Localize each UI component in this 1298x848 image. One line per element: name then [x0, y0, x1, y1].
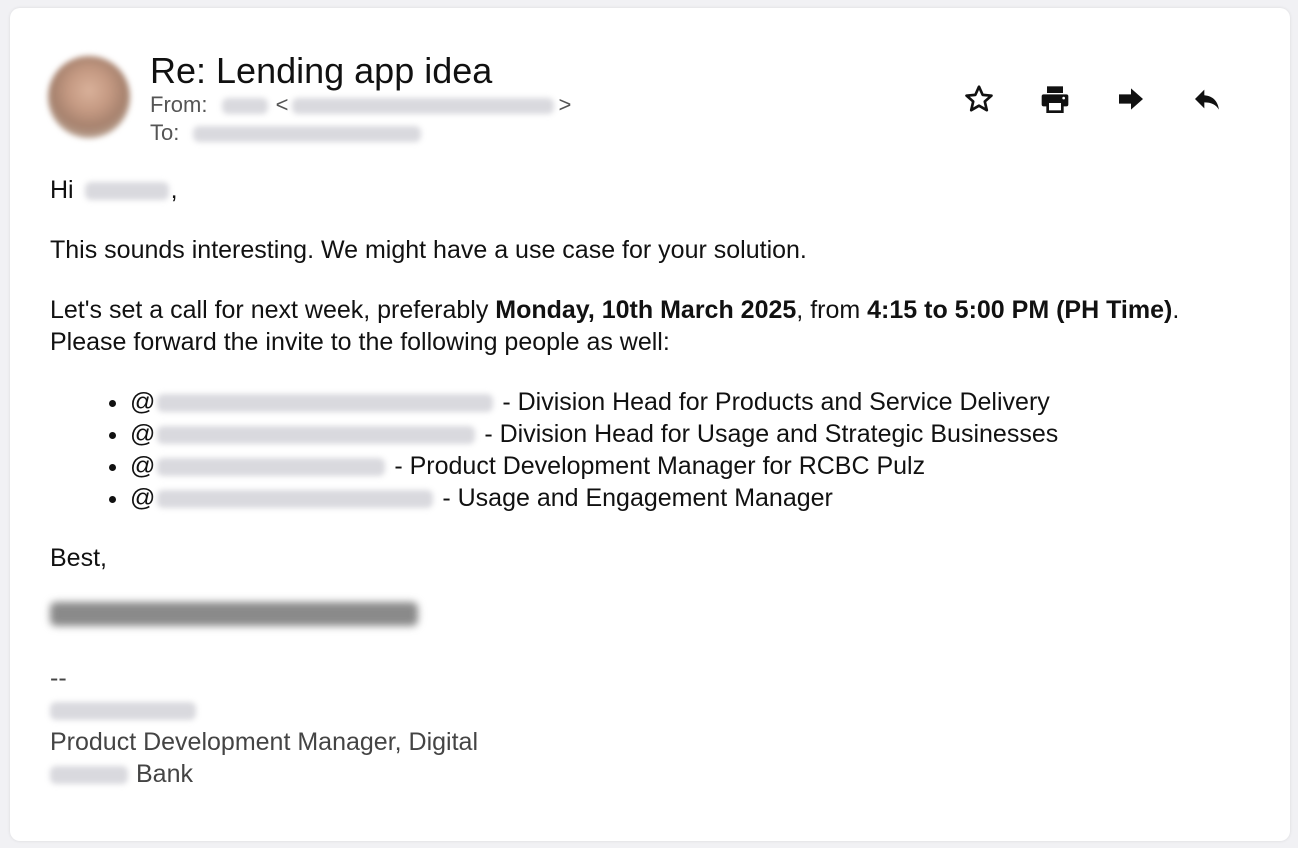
mention-at: @ [130, 484, 156, 512]
sender-avatar [48, 56, 130, 138]
email-toolbar [960, 80, 1226, 118]
star-icon [965, 85, 993, 112]
redacted-invitee-name [157, 458, 386, 477]
email-footer: -- Product Development Manager, Digital … [50, 662, 1260, 790]
footer-name-line [50, 694, 1260, 726]
redacted-invitee-name [157, 490, 434, 509]
request-text-b: , from [796, 296, 868, 324]
to-label: To: [150, 120, 180, 145]
redacted-invitee-name [157, 394, 494, 413]
greeting-suffix: , [170, 176, 178, 204]
greeting: Hi , [50, 174, 1260, 206]
from-label: From: [150, 92, 208, 117]
print-icon [1041, 86, 1069, 113]
footer-bank-suffix: Bank [136, 760, 193, 788]
list-item: @ - Product Development Manager for RCBC… [130, 450, 1260, 482]
redacted-sender-email [292, 98, 555, 115]
redacted-recipient-email [193, 126, 422, 143]
list-item: @ - Usage and Engagement Manager [130, 482, 1260, 514]
redacted-footer-name [50, 702, 196, 721]
from-line: From: < > [150, 92, 571, 118]
reply-button[interactable] [1188, 80, 1226, 118]
closing: Best, [50, 544, 107, 572]
footer-bank-line: Bank [50, 758, 1260, 790]
invitee-role: - Usage and Engagement Manager [435, 484, 833, 512]
signature-name [50, 602, 1260, 634]
redacted-recipient-name [84, 182, 169, 201]
invitee-role: - Division Head for Products and Service… [495, 388, 1050, 416]
mention-at: @ [130, 420, 156, 448]
invitee-role: - Division Head for Usage and Strategic … [477, 420, 1059, 448]
redacted-bank-name [50, 766, 128, 785]
forward-button[interactable] [1112, 80, 1150, 118]
reply-icon [1195, 89, 1219, 110]
invitee-role: - Product Development Manager for RCBC P… [387, 452, 926, 480]
forward-icon [1119, 88, 1143, 110]
redacted-invitee-name [157, 426, 476, 445]
signature-dashes: -- [50, 664, 67, 692]
mention-at: @ [130, 388, 156, 416]
invitee-list: @ - Division Head for Products and Servi… [50, 386, 1260, 514]
email-card: Re: Lending app idea From: < > To: Hi , … [10, 8, 1290, 841]
email-subject: Re: Lending app idea [150, 50, 493, 91]
from-close-bracket: > [558, 92, 572, 117]
redacted-sender-name [221, 98, 268, 115]
email-body: Hi , This sounds interesting. We might h… [50, 174, 1260, 790]
star-button[interactable] [960, 80, 998, 118]
mention-at: @ [130, 452, 156, 480]
meeting-time: 4:15 to 5:00 PM (PH Time) [867, 296, 1173, 324]
list-item: @ - Division Head for Usage and Strategi… [130, 418, 1260, 450]
to-line: To: [150, 120, 422, 146]
meeting-date: Monday, 10th March 2025 [495, 296, 797, 324]
request-text-a: Let's set a call for next week, preferab… [50, 296, 496, 324]
from-open-bracket: < [275, 92, 289, 117]
redacted-signature-name [50, 602, 418, 626]
print-button[interactable] [1036, 80, 1074, 118]
list-item: @ - Division Head for Products and Servi… [130, 386, 1260, 418]
footer-title: Product Development Manager, Digital [50, 728, 479, 756]
paragraph-intro: This sounds interesting. We might have a… [50, 236, 807, 264]
paragraph-request: Let's set a call for next week, preferab… [50, 294, 1260, 358]
greeting-prefix: Hi [50, 176, 74, 204]
